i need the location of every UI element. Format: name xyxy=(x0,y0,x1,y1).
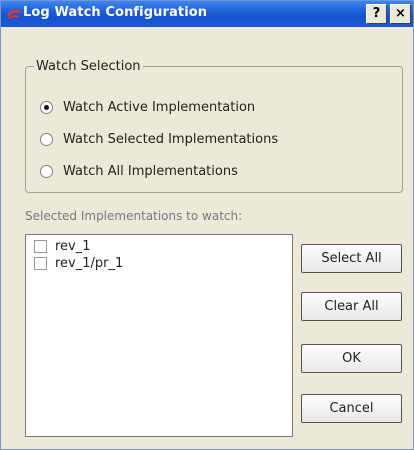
radio-watch-selected[interactable]: Watch Selected Implementations xyxy=(40,132,278,147)
radio-button-selected[interactable] xyxy=(40,101,53,114)
close-button[interactable]: × xyxy=(390,4,411,24)
watch-selection-group: Watch Selection Watch Active Implementat… xyxy=(25,59,403,193)
list-item-label: rev_1 xyxy=(55,239,91,254)
ok-button[interactable]: OK xyxy=(301,344,402,373)
radio-watch-all[interactable]: Watch All Implementations xyxy=(40,164,238,179)
list-item-label: rev_1/pr_1 xyxy=(55,256,124,271)
radio-label: Watch Active Implementation xyxy=(63,100,256,115)
help-button[interactable]: ? xyxy=(366,4,387,24)
checkbox[interactable] xyxy=(34,257,47,270)
log-watch-dialog: Log Watch Configuration ? × Watch Select… xyxy=(0,0,414,450)
radio-label: Watch All Implementations xyxy=(63,164,238,179)
app-logo-icon xyxy=(7,9,21,19)
cancel-button[interactable]: Cancel xyxy=(301,394,402,423)
clear-all-button[interactable]: Clear All xyxy=(301,292,402,321)
implementations-list[interactable]: rev_1 rev_1/pr_1 xyxy=(25,234,293,437)
radio-label: Watch Selected Implementations xyxy=(63,132,279,147)
radio-button[interactable] xyxy=(40,133,53,146)
radio-watch-active[interactable]: Watch Active Implementation xyxy=(40,100,255,115)
select-all-button[interactable]: Select All xyxy=(301,244,402,273)
window-title: Log Watch Configuration xyxy=(23,5,208,20)
implementations-label: Selected Implementations to watch: xyxy=(25,209,243,223)
list-item[interactable]: rev_1 xyxy=(34,239,91,254)
title-bar[interactable]: Log Watch Configuration ? × xyxy=(1,1,413,27)
list-item[interactable]: rev_1/pr_1 xyxy=(34,256,123,271)
watch-selection-legend: Watch Selection xyxy=(36,59,141,74)
checkbox[interactable] xyxy=(34,240,47,253)
radio-button[interactable] xyxy=(40,165,53,178)
